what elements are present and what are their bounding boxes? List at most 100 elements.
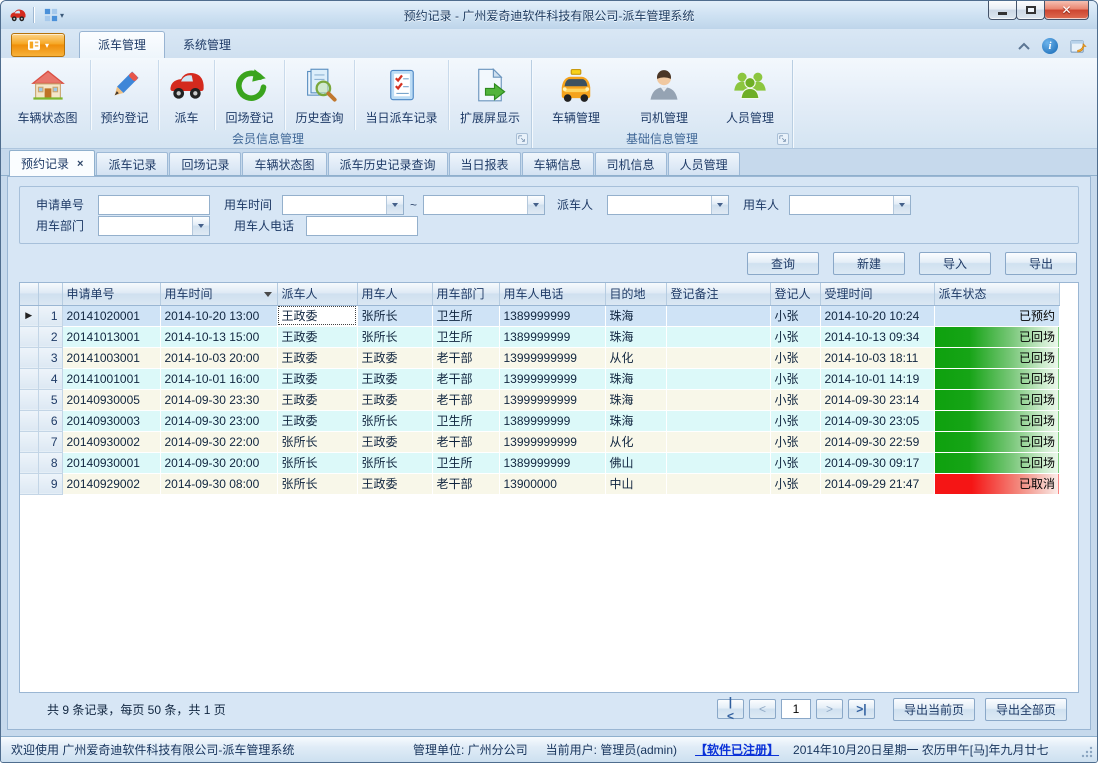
column-header[interactable]: 用车部门	[432, 283, 499, 305]
cell-phone[interactable]: 1389999999	[499, 452, 605, 473]
cell-registrar[interactable]: 小张	[770, 410, 820, 431]
query-button[interactable]: 查询	[747, 252, 819, 275]
cell-status[interactable]: 已回场	[934, 326, 1060, 347]
export-button[interactable]: 导出	[1005, 252, 1077, 275]
cell-request_no[interactable]: 20141020001	[62, 305, 160, 326]
ribbon-button-personnel-management[interactable]: 人员管理	[708, 60, 792, 130]
cell-phone[interactable]: 1389999999	[499, 305, 605, 326]
chevron-down-icon[interactable]	[527, 196, 544, 214]
ribbon-button-return-register[interactable]: 回场登记	[215, 60, 285, 130]
cell-status[interactable]: 已回场	[934, 452, 1060, 473]
cell-department[interactable]: 卫生所	[432, 305, 499, 326]
export-all-pages-button[interactable]: 导出全部页	[985, 698, 1067, 721]
next-page-button[interactable]: >	[816, 699, 843, 719]
cell-dispatcher[interactable]: 张所长	[277, 452, 357, 473]
license-registered-link[interactable]: 【软件已注册】	[695, 741, 779, 758]
cell-accept_time[interactable]: 2014-10-01 14:19	[820, 368, 934, 389]
cell-accept_time[interactable]: 2014-09-30 22:59	[820, 431, 934, 452]
cell-destination[interactable]: 珠海	[605, 389, 666, 410]
column-header[interactable]: 登记人	[770, 283, 820, 305]
quick-access-toolbar-button[interactable]: ▾	[40, 7, 68, 23]
cell-dispatcher[interactable]: 王政委	[277, 347, 357, 368]
ribbon-tab-dispatch-management[interactable]: 派车管理	[79, 31, 165, 58]
column-header[interactable]: 受理时间	[820, 283, 934, 305]
cell-department[interactable]: 老干部	[432, 431, 499, 452]
cell-accept_time[interactable]: 2014-09-30 23:14	[820, 389, 934, 410]
ribbon-button-reservation-register[interactable]: 预约登记	[91, 60, 159, 130]
minimize-button[interactable]	[988, 1, 1017, 20]
column-header[interactable]	[20, 283, 38, 305]
cell-remark[interactable]	[666, 452, 770, 473]
cell-passenger[interactable]: 张所长	[357, 326, 432, 347]
doc-tab[interactable]: 车辆信息	[522, 152, 594, 175]
cell-status[interactable]: 已预约	[934, 305, 1060, 326]
doc-tab[interactable]: 司机信息	[595, 152, 667, 175]
cell-registrar[interactable]: 小张	[770, 326, 820, 347]
info-icon[interactable]: i	[1042, 38, 1058, 54]
cell-passenger[interactable]: 张所长	[357, 410, 432, 431]
cell-request_no[interactable]: 20140930002	[62, 431, 160, 452]
chevron-down-icon[interactable]	[711, 196, 728, 214]
ribbon-button-extended-screen[interactable]: 扩展屏显示	[449, 60, 531, 130]
chevron-down-icon[interactable]	[893, 196, 910, 214]
cell-phone[interactable]: 13999999999	[499, 431, 605, 452]
cell-use_time[interactable]: 2014-10-13 15:00	[160, 326, 277, 347]
cell-department[interactable]: 老干部	[432, 368, 499, 389]
cell-dispatcher[interactable]: 王政委	[277, 305, 357, 326]
use-time-from-combo[interactable]	[282, 195, 404, 215]
doc-tab[interactable]: 派车记录	[96, 152, 168, 175]
cell-status[interactable]: 已回场	[934, 368, 1060, 389]
request-no-input[interactable]	[98, 195, 210, 215]
first-page-button[interactable]: |<	[717, 699, 744, 719]
cell-department[interactable]: 卫生所	[432, 452, 499, 473]
column-header[interactable]: 用车人	[357, 283, 432, 305]
cell-dispatcher[interactable]: 王政委	[277, 389, 357, 410]
cell-registrar[interactable]: 小张	[770, 431, 820, 452]
cell-department[interactable]: 老干部	[432, 389, 499, 410]
collapse-ribbon-chevron-icon[interactable]	[1018, 42, 1030, 50]
cell-use_time[interactable]: 2014-09-30 22:00	[160, 431, 277, 452]
dispatcher-combo[interactable]	[607, 195, 729, 215]
cell-phone[interactable]: 13900000	[499, 473, 605, 494]
column-header[interactable]	[38, 283, 62, 305]
cell-passenger[interactable]: 王政委	[357, 431, 432, 452]
cell-remark[interactable]	[666, 389, 770, 410]
cell-department[interactable]: 卫生所	[432, 326, 499, 347]
last-page-button[interactable]: >|	[848, 699, 875, 719]
table-row[interactable]: 7201409300022014-09-30 22:00张所长王政委老干部139…	[20, 431, 1060, 452]
skin-gallery-icon[interactable]	[1070, 39, 1087, 54]
cell-status[interactable]: 已取消	[934, 473, 1060, 494]
cell-remark[interactable]	[666, 410, 770, 431]
table-row[interactable]: 8201409300012014-09-30 20:00张所长张所长卫生所138…	[20, 452, 1060, 473]
cell-phone[interactable]: 13999999999	[499, 347, 605, 368]
cell-use_time[interactable]: 2014-10-01 16:00	[160, 368, 277, 389]
cell-department[interactable]: 老干部	[432, 473, 499, 494]
cell-registrar[interactable]: 小张	[770, 389, 820, 410]
cell-request_no[interactable]: 20140930003	[62, 410, 160, 431]
cell-status[interactable]: 已回场	[934, 410, 1060, 431]
cell-dispatcher[interactable]: 张所长	[277, 431, 357, 452]
cell-passenger[interactable]: 王政委	[357, 368, 432, 389]
cell-accept_time[interactable]: 2014-09-29 21:47	[820, 473, 934, 494]
column-header[interactable]: 派车状态	[934, 283, 1060, 305]
export-current-page-button[interactable]: 导出当前页	[893, 698, 975, 721]
page-number-input[interactable]	[781, 699, 811, 719]
cell-remark[interactable]	[666, 431, 770, 452]
cell-passenger[interactable]: 张所长	[357, 452, 432, 473]
cell-destination[interactable]: 珠海	[605, 410, 666, 431]
close-tab-icon[interactable]: ×	[77, 158, 83, 170]
cell-request_no[interactable]: 20141013001	[62, 326, 160, 347]
cell-remark[interactable]	[666, 347, 770, 368]
cell-request_no[interactable]: 20141003001	[62, 347, 160, 368]
cell-use_time[interactable]: 2014-09-30 23:30	[160, 389, 277, 410]
cell-use_time[interactable]: 2014-09-30 20:00	[160, 452, 277, 473]
cell-passenger[interactable]: 王政委	[357, 473, 432, 494]
cell-use_time[interactable]: 2014-09-30 23:00	[160, 410, 277, 431]
cell-status[interactable]: 已回场	[934, 431, 1060, 452]
dialog-launcher-icon[interactable]	[777, 133, 789, 145]
cell-accept_time[interactable]: 2014-10-13 09:34	[820, 326, 934, 347]
column-header[interactable]: 用车时间	[160, 283, 277, 305]
cell-department[interactable]: 卫生所	[432, 410, 499, 431]
import-button[interactable]: 导入	[919, 252, 991, 275]
cell-use_time[interactable]: 2014-10-20 13:00	[160, 305, 277, 326]
